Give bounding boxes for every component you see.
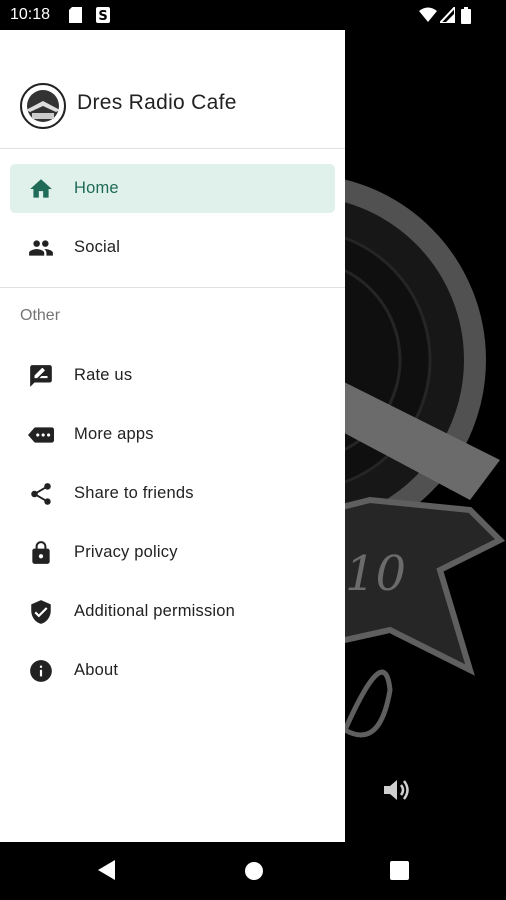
section-title-other: Other	[20, 307, 61, 324]
menu-item-more-apps[interactable]: More apps	[10, 410, 335, 459]
signal-icon	[437, 4, 456, 28]
section-divider	[0, 287, 345, 288]
sd-card-icon	[69, 7, 82, 28]
menu-item-label: Share to friends	[74, 484, 194, 502]
app-logo	[20, 83, 66, 129]
menu-item-privacy-policy[interactable]: Privacy policy	[10, 528, 335, 577]
menu-item-home[interactable]: Home	[10, 164, 335, 213]
menu-item-share[interactable]: Share to friends	[10, 469, 335, 518]
menu-item-label: Additional permission	[74, 602, 236, 620]
menu-item-label: More apps	[74, 425, 154, 443]
system-nav-bar	[0, 842, 506, 900]
sync-icon: S	[96, 7, 110, 28]
home-icon	[28, 176, 54, 202]
people-icon	[28, 235, 54, 261]
drawer-header: Dres Radio Cafe	[0, 30, 345, 148]
menu-item-label: Social	[74, 238, 121, 256]
recents-icon[interactable]	[390, 861, 409, 885]
menu-item-label: Privacy policy	[74, 543, 178, 561]
lock-icon	[28, 540, 54, 566]
menu-item-label: Rate us	[74, 366, 133, 384]
menu-item-rate-us[interactable]: Rate us	[10, 351, 335, 400]
shield-icon	[28, 599, 54, 625]
svg-text:S: S	[98, 9, 107, 23]
menu-item-label: About	[74, 661, 119, 679]
share-icon	[28, 481, 54, 507]
app-name: Dres Radio Cafe	[77, 91, 237, 114]
menu-item-label: Home	[74, 179, 119, 197]
navigation-drawer: Dres Radio Cafe Home Social Other Rate u…	[0, 30, 345, 842]
menu-item-additional-permission[interactable]: Additional permission	[10, 587, 335, 636]
status-time: 10:18	[10, 6, 51, 23]
rate-icon	[28, 363, 54, 389]
menu-item-social[interactable]: Social	[10, 223, 335, 272]
more-apps-icon	[28, 422, 54, 448]
battery-icon	[461, 7, 471, 29]
svg-text:10: 10	[345, 546, 406, 602]
info-icon	[28, 658, 54, 684]
status-bar: 10:18 S	[0, 0, 506, 30]
wifi-icon	[419, 7, 437, 28]
volume-icon[interactable]	[382, 777, 412, 808]
back-icon[interactable]	[96, 858, 116, 887]
home-circle-icon[interactable]	[244, 861, 264, 886]
header-divider	[0, 148, 345, 149]
menu-item-about[interactable]: About	[10, 646, 335, 695]
